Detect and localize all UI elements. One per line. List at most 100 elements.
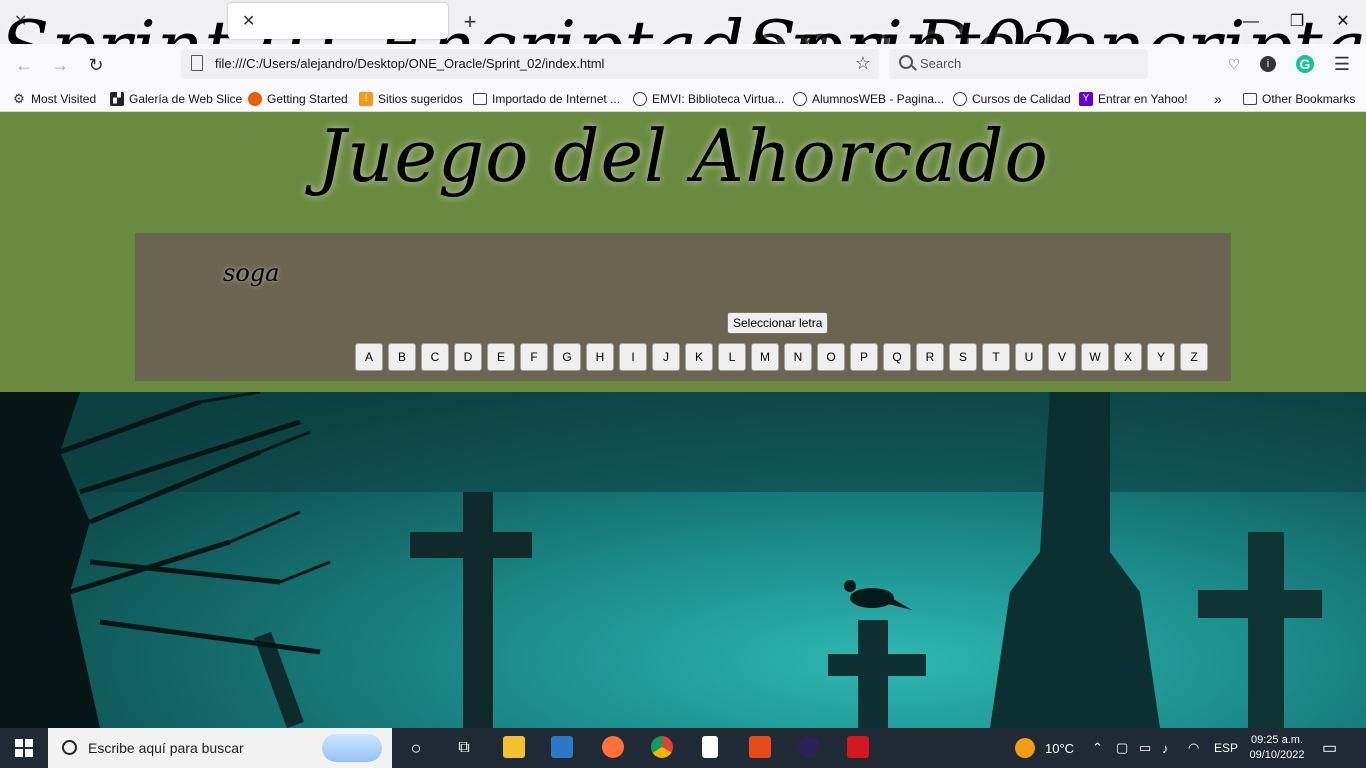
- letter-button-t[interactable]: T: [982, 343, 1010, 371]
- windows-logo-icon: [15, 739, 33, 757]
- restore-button[interactable]: ❐: [1274, 8, 1320, 36]
- letter-button-c[interactable]: C: [421, 343, 449, 371]
- start-button[interactable]: [0, 728, 48, 768]
- tab-sprint01[interactable]: Sprint 01 Encriptador y Desencriptador ✕: [0, 3, 1366, 89]
- bookmark-label: Getting Started: [267, 92, 348, 106]
- bookmark-cursos[interactable]: Cursos de Calidad: [953, 90, 1071, 108]
- firefox-icon: [248, 92, 262, 106]
- bookmark-label: Cursos de Calidad: [972, 92, 1071, 106]
- weather-temp: 10°C: [1045, 740, 1075, 756]
- search-highlight-icon: [322, 734, 382, 762]
- game-title: Juego del Ahorcado: [317, 114, 1049, 198]
- letter-button-l[interactable]: L: [718, 343, 746, 371]
- media-player-icon[interactable]: [551, 736, 573, 758]
- task-view-icon[interactable]: ⧉: [448, 728, 480, 768]
- menu-icon[interactable]: ☰: [1332, 54, 1352, 74]
- grammarly-icon[interactable]: G: [1296, 55, 1314, 73]
- forward-arrow-icon[interactable]: →: [48, 53, 72, 77]
- page-content: Juego del Ahorcado soga Seleccionar letr…: [0, 112, 1366, 728]
- chevron-more-icon[interactable]: »: [1214, 90, 1222, 108]
- url-bar[interactable]: file:///C:/Users/alejandro/Desktop/ONE_O…: [181, 49, 879, 79]
- show-hidden-icons-chevron-icon[interactable]: ⌃: [1092, 728, 1103, 768]
- back-arrow-icon[interactable]: ←: [12, 53, 36, 77]
- letter-button-n[interactable]: N: [784, 343, 812, 371]
- letter-button-k[interactable]: K: [685, 343, 713, 371]
- clock-time: 09:25 a.m.: [1251, 734, 1303, 746]
- graveyard-illustration: [0, 392, 1366, 728]
- wifi-icon[interactable]: ◠: [1188, 728, 1199, 768]
- weather-widget[interactable]: 10°C: [1015, 728, 1074, 768]
- letter-button-s[interactable]: S: [949, 343, 977, 371]
- sun-icon: [1015, 738, 1035, 758]
- letter-button-v[interactable]: V: [1048, 343, 1076, 371]
- bookmark-sitios-sugeridos[interactable]: ! Sitios sugeridos: [359, 90, 463, 108]
- bookmark-other[interactable]: Other Bookmarks: [1243, 90, 1355, 108]
- letter-button-h[interactable]: H: [586, 343, 614, 371]
- bookmark-yahoo[interactable]: Y Entrar en Yahoo!: [1079, 90, 1188, 108]
- language-indicator[interactable]: ESP: [1214, 728, 1238, 768]
- letter-button-o[interactable]: O: [817, 343, 845, 371]
- letter-button-m[interactable]: M: [751, 343, 779, 371]
- bookmark-label: Entrar en Yahoo!: [1098, 92, 1188, 106]
- pocket-icon[interactable]: ♡: [1224, 54, 1244, 74]
- chrome-icon[interactable]: [651, 736, 673, 758]
- notepad-icon[interactable]: [702, 736, 718, 758]
- letter-button-q[interactable]: Q: [883, 343, 911, 371]
- info-extension-icon[interactable]: i: [1260, 56, 1276, 72]
- letter-button-a[interactable]: A: [355, 343, 383, 371]
- suggested-icon: !: [359, 92, 373, 106]
- file-explorer-icon[interactable]: [503, 736, 525, 758]
- clock[interactable]: 09:25 a.m. 09/10/2022: [1246, 728, 1308, 768]
- network-device-icon[interactable]: ▢: [1116, 728, 1128, 768]
- letter-button-p[interactable]: P: [850, 343, 878, 371]
- navigation-toolbar: ← → ↻ file:///C:/Users/alejandro/Desktop…: [0, 44, 1366, 86]
- letter-button-z[interactable]: Z: [1180, 343, 1208, 371]
- letter-button-i[interactable]: I: [619, 343, 647, 371]
- search-placeholder: Search: [920, 56, 962, 71]
- bookmark-label: Other Bookmarks: [1262, 92, 1356, 106]
- cortana-icon[interactable]: ○: [400, 728, 432, 768]
- notification-icon[interactable]: ▭: [1322, 728, 1337, 768]
- battery-icon[interactable]: ▭: [1139, 728, 1151, 768]
- secret-word: soga: [223, 259, 280, 287]
- webslice-icon: ▞: [110, 92, 124, 106]
- search-bar[interactable]: Search: [889, 49, 1148, 79]
- letter-button-f[interactable]: F: [520, 343, 548, 371]
- bookmark-web-slice[interactable]: ▞ Galería de Web Slice: [110, 90, 242, 108]
- bookmark-getting-started[interactable]: Getting Started: [248, 90, 348, 108]
- letter-button-x[interactable]: X: [1114, 343, 1142, 371]
- letter-button-y[interactable]: Y: [1147, 343, 1175, 371]
- eclipse-icon[interactable]: [798, 736, 820, 758]
- bookmark-most-visited[interactable]: ⚙ Most Visited: [12, 90, 96, 108]
- bookmark-label: Most Visited: [31, 92, 97, 106]
- acrobat-icon[interactable]: [847, 736, 869, 758]
- close-window-button[interactable]: ✕: [1320, 8, 1366, 36]
- letter-button-e[interactable]: E: [487, 343, 515, 371]
- bookmark-importado[interactable]: Importado de Internet ...: [473, 90, 620, 108]
- bookmark-alumnosweb[interactable]: AlumnosWEB - Pagina...: [793, 90, 944, 108]
- volume-icon[interactable]: ♪: [1162, 728, 1169, 768]
- bookmark-label: Galería de Web Slice: [129, 92, 243, 106]
- letter-button-g[interactable]: G: [553, 343, 581, 371]
- bookmark-star-icon[interactable]: ☆: [855, 53, 871, 74]
- tab-strip: Sprint 01 Encriptador y Desencriptador ✕…: [0, 0, 1366, 89]
- letter-button-j[interactable]: J: [652, 343, 680, 371]
- firefox-taskbar-icon[interactable]: [602, 736, 624, 758]
- taskbar-search-box[interactable]: Escribe aquí para buscar: [48, 728, 392, 768]
- minimize-button[interactable]: —: [1228, 8, 1274, 36]
- letter-button-b[interactable]: B: [388, 343, 416, 371]
- new-tab-button[interactable]: +: [458, 8, 482, 36]
- reload-icon[interactable]: ↻: [84, 53, 108, 77]
- tab-sprint02[interactable]: Sprint02 ✕: [228, 3, 1074, 89]
- office-icon[interactable]: [749, 736, 771, 758]
- letter-button-w[interactable]: W: [1081, 343, 1109, 371]
- letter-button-d[interactable]: D: [454, 343, 482, 371]
- globe-icon: [953, 92, 967, 106]
- yahoo-icon: Y: [1079, 92, 1093, 106]
- url-text: file:///C:/Users/alejandro/Desktop/ONE_O…: [215, 56, 605, 71]
- letter-button-r[interactable]: R: [916, 343, 944, 371]
- select-letter-button[interactable]: Seleccionar letra: [727, 312, 829, 334]
- bookmark-emvi[interactable]: EMVI: Biblioteca Virtua...: [633, 90, 785, 108]
- letter-button-u[interactable]: U: [1015, 343, 1043, 371]
- bookmark-label: Importado de Internet ...: [492, 92, 621, 106]
